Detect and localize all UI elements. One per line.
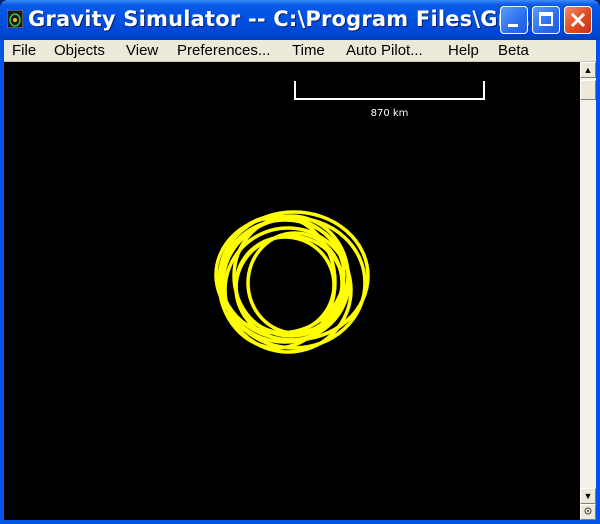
maximize-button[interactable] <box>532 6 560 34</box>
vertical-scrollbar[interactable]: ▲ ▼ <box>580 62 596 520</box>
simulation-canvas[interactable]: 870 km <box>4 62 580 520</box>
gravity-app-icon[interactable] <box>6 9 24 29</box>
scroll-up-button[interactable]: ▲ <box>580 62 596 78</box>
orbit-trails <box>214 210 370 354</box>
orbit-trail <box>234 235 336 335</box>
menu-preferences[interactable]: Preferences... <box>177 42 270 59</box>
resize-grip-icon <box>584 507 592 515</box>
menu-time[interactable]: Time <box>292 42 325 59</box>
resize-grip[interactable] <box>580 504 596 520</box>
scroll-down-arrow-icon: ▼ <box>583 491 593 501</box>
orbit-trail <box>218 210 370 342</box>
close-button[interactable] <box>564 6 592 34</box>
menu-view[interactable]: View <box>126 42 158 59</box>
maximize-icon <box>539 12 553 26</box>
menu-bar: File Objects View Preferences... Time Au… <box>4 40 596 62</box>
window-client-area: File Objects View Preferences... Time Au… <box>4 40 596 520</box>
close-icon <box>570 12 586 28</box>
title-bar[interactable]: Gravity Simulator -- C:\Program Files\Gr… <box>0 0 600 40</box>
application-window: Gravity Simulator -- C:\Program Files\Gr… <box>0 0 600 524</box>
window-title: Gravity Simulator -- C:\Program Files\Gr… <box>28 7 548 31</box>
minimize-button[interactable] <box>500 6 528 34</box>
menu-help[interactable]: Help <box>448 42 479 59</box>
minimize-icon <box>508 24 518 27</box>
scroll-thumb[interactable] <box>580 80 596 100</box>
menu-auto-pilot[interactable]: Auto Pilot... <box>346 42 423 59</box>
menu-objects[interactable]: Objects <box>54 42 105 59</box>
scroll-up-arrow-icon: ▲ <box>583 65 593 75</box>
menu-file[interactable]: File <box>12 42 36 59</box>
menu-beta[interactable]: Beta <box>498 42 529 59</box>
scroll-down-button[interactable]: ▼ <box>580 488 596 504</box>
